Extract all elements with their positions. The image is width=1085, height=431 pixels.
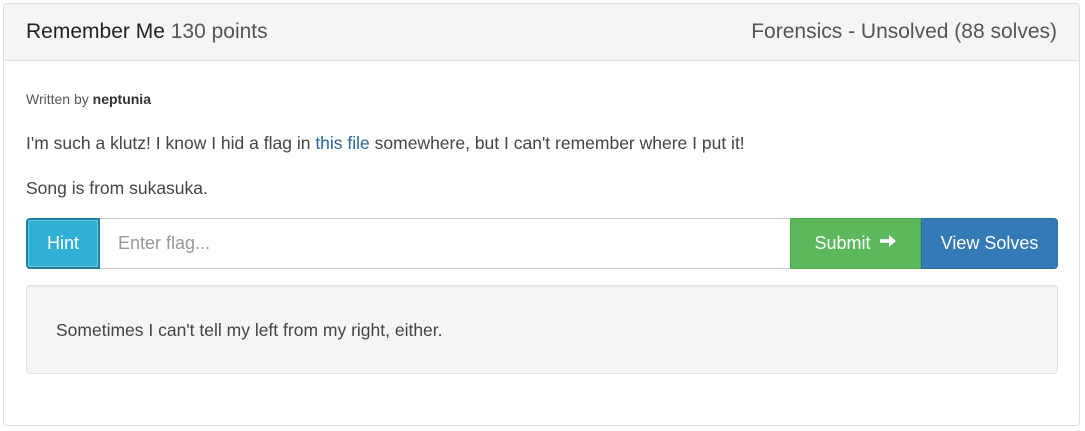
- hint-box: Sometimes I can't tell my left from my r…: [26, 285, 1058, 374]
- flag-input[interactable]: [100, 218, 790, 269]
- author-name: neptunia: [92, 91, 151, 107]
- author-line: Written by neptunia: [26, 91, 151, 107]
- file-link[interactable]: this file: [315, 133, 369, 153]
- description-text-after: somewhere, but I can't remember where I …: [369, 133, 745, 153]
- hint-button-label: Hint: [46, 233, 79, 253]
- submit-button[interactable]: Submit: [790, 218, 921, 269]
- arrow-right-icon: [879, 232, 897, 255]
- challenge-name: Remember Me: [26, 20, 165, 43]
- hint-text: Sometimes I can't tell my left from my r…: [56, 320, 443, 340]
- submit-button-label: Submit: [814, 233, 871, 253]
- challenge-panel: Remember Me 130 points Forensics - Unsol…: [3, 3, 1080, 426]
- challenge-title: Remember Me 130 points: [26, 19, 268, 45]
- hint-button[interactable]: Hint: [26, 218, 100, 269]
- flag-input-group: Hint Submit View Solves: [26, 218, 1058, 269]
- challenge-header: Remember Me 130 points Forensics - Unsol…: [4, 4, 1079, 61]
- written-by-label: Written by: [26, 91, 89, 107]
- challenge-points: 130 points: [170, 20, 268, 43]
- challenge-description: I'm such a klutz! I know I hid a flag in…: [26, 133, 745, 154]
- view-solves-button-label: View Solves: [940, 233, 1039, 253]
- challenge-category-status: Forensics - Unsolved (88 solves): [751, 20, 1057, 43]
- challenge-description-line2: Song is from sukasuka.: [26, 178, 208, 198]
- view-solves-button[interactable]: View Solves: [921, 218, 1058, 269]
- description-text-before: I'm such a klutz! I know I hid a flag in: [26, 133, 316, 153]
